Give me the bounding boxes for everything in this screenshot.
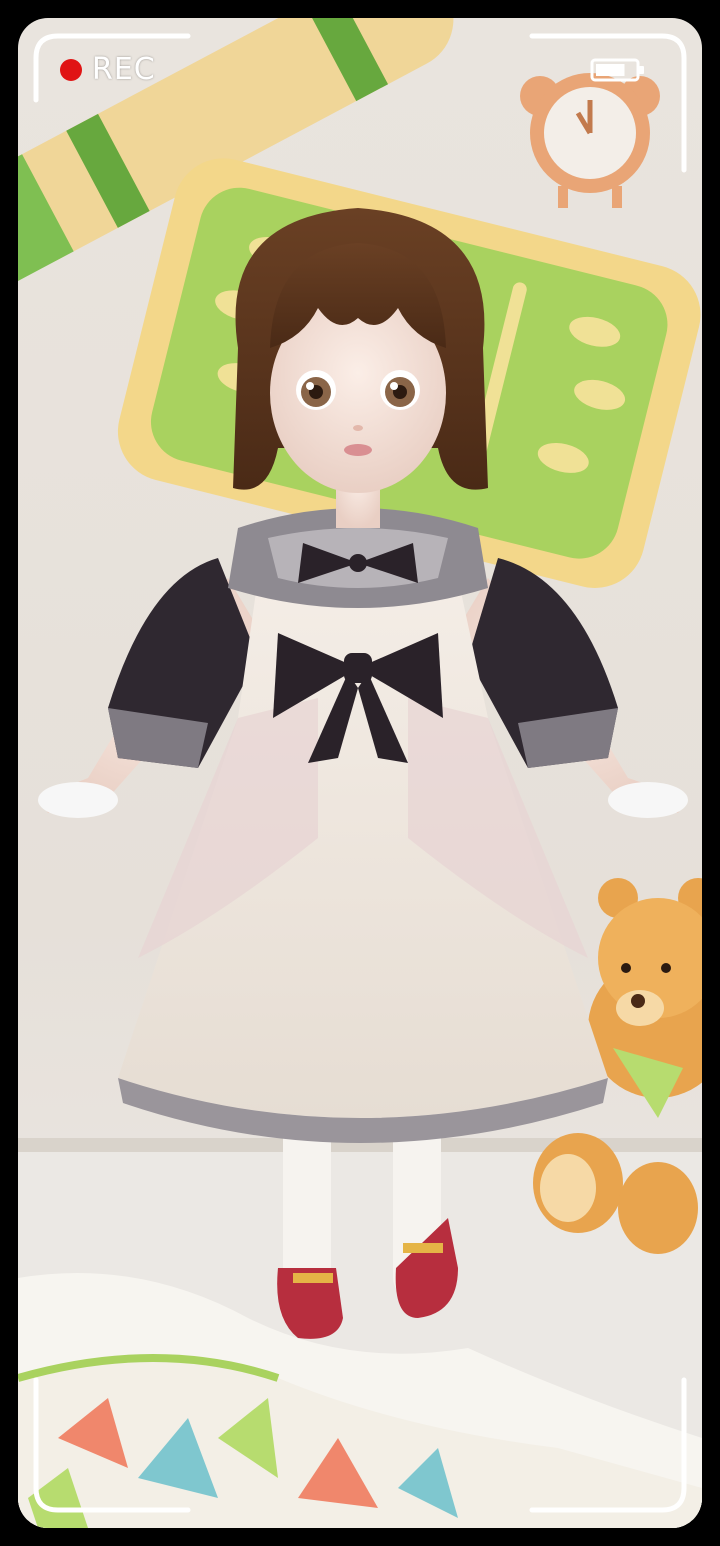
record-dot-icon (60, 58, 82, 81)
rec-label: REC (92, 52, 156, 87)
alarm-clock-icon (520, 73, 660, 208)
recording-indicator: REC (60, 52, 156, 87)
dressup-scene (18, 18, 702, 1528)
battery-icon (590, 58, 644, 82)
game-viewport[interactable] (18, 18, 702, 1528)
